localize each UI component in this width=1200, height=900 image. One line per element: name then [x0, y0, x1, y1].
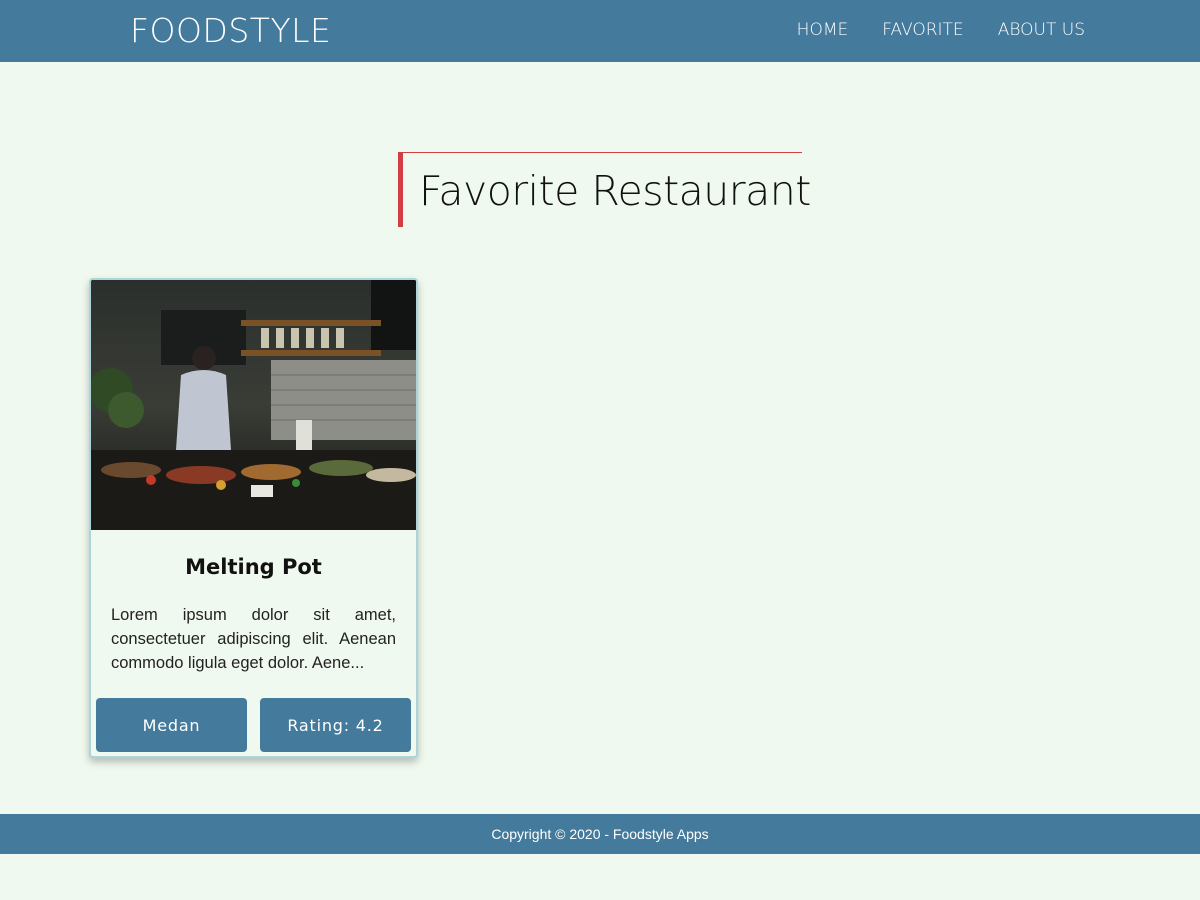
restaurant-card[interactable]: Melting Pot Lorem ipsum dolor sit amet, … [89, 278, 418, 758]
restaurant-image [91, 280, 416, 530]
city-button[interactable]: Medan [96, 698, 247, 752]
nav-link-favorite[interactable]: FAVORITE [882, 20, 963, 40]
restaurant-photo [91, 280, 416, 530]
page-title: Favorite Restaurant [419, 167, 811, 215]
restaurant-description: Lorem ipsum dolor sit amet, consectetuer… [111, 606, 396, 672]
brand-logo[interactable]: FOODSTYLE [130, 11, 331, 50]
footer: Copyright © 2020 - Foodstyle Apps [0, 814, 1200, 854]
top-app-bar: FOODSTYLE HOME FAVORITE ABOUT US [0, 0, 1200, 62]
copyright-text: Copyright © 2020 - Foodstyle Apps [491, 826, 709, 842]
restaurant-name[interactable]: Melting Pot [91, 555, 416, 579]
nav-link-about-us[interactable]: ABOUT US [998, 20, 1085, 40]
page-heading-frame: Favorite Restaurant [398, 152, 811, 227]
rating-button[interactable]: Rating: 4.2 [260, 698, 411, 752]
nav-link-home[interactable]: HOME [797, 20, 849, 40]
main-nav: HOME FAVORITE ABOUT US [797, 20, 1085, 40]
